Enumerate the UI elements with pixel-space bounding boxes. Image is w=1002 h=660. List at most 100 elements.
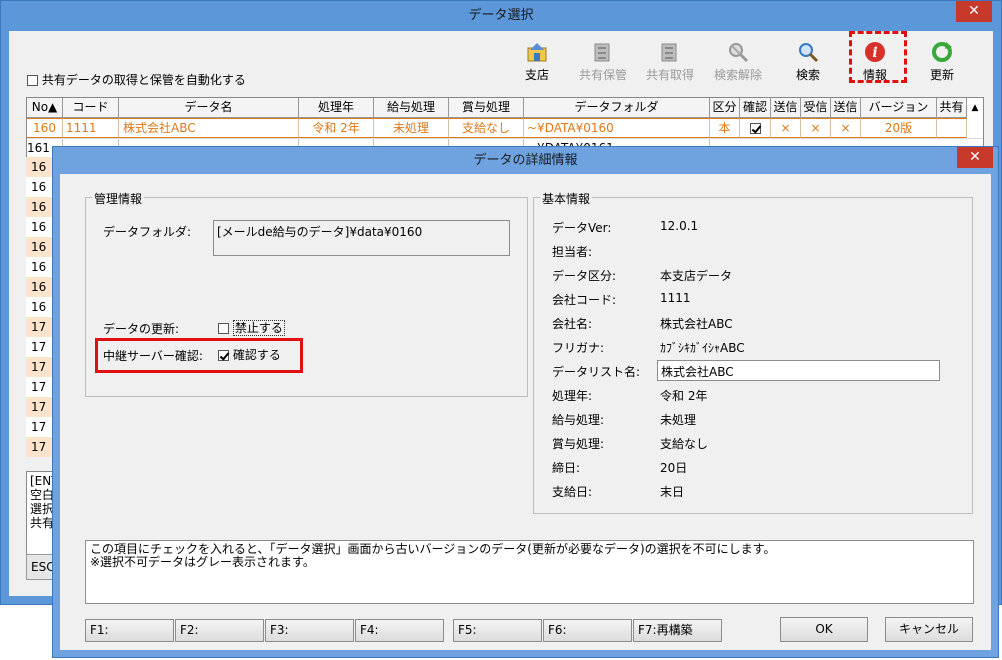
- basic-info-label: データ区分:: [552, 269, 617, 283]
- table-row[interactable]: 160 1111 株式会社ABC 令和 2年 未処理 支給なし ~¥DATA¥0…: [27, 118, 983, 138]
- basic-info-group: 基本情報 データVer: 12.0.1 担当者: データ区分: 本支店データ会社コード:…: [533, 190, 973, 514]
- basic-info-value: 株式会社ABC: [660, 317, 733, 331]
- update-label: データの更新:: [103, 322, 180, 336]
- data-detail-dialog: データの詳細情報 ✕ 管理情報 データフォルダ: [メールde給与のデータ]¥d…: [52, 146, 999, 658]
- cell-share: [937, 118, 967, 138]
- cell-version: 20版: [861, 118, 937, 138]
- window-title: データ選択: [468, 8, 534, 23]
- cell-code: 1111: [63, 118, 119, 138]
- cell-no: 160: [27, 118, 63, 138]
- col-send[interactable]: 送信: [771, 98, 801, 118]
- cell-receive: ×: [801, 118, 831, 138]
- basic-info-title: 基本情報: [540, 190, 593, 207]
- basic-info-label: 締日:: [552, 461, 581, 475]
- col-bonus[interactable]: 賞与処理: [449, 98, 524, 118]
- share-store-button[interactable]: 共有保管: [571, 41, 635, 83]
- f6-button[interactable]: F6:: [543, 619, 632, 642]
- f2-button[interactable]: F2:: [175, 619, 264, 642]
- basic-info-label: 支給日:: [552, 485, 593, 499]
- col-code[interactable]: コード: [63, 98, 119, 118]
- cell-name: 株式会社ABC: [119, 118, 299, 138]
- table-header: No▲ コード データ名 処理年 給与処理 賞与処理 データフォルダ 区分 確認…: [27, 98, 983, 118]
- f7-rebuild-button[interactable]: F7:再構築: [633, 619, 722, 642]
- col-name[interactable]: データ名: [119, 98, 299, 118]
- basic-info-label: 処理年:: [552, 389, 593, 403]
- search-clear-button[interactable]: 検索解除: [706, 41, 770, 83]
- col-share[interactable]: 共有: [937, 98, 967, 118]
- auto-share-label: 共有データの取得と保管を自動化する: [41, 73, 246, 87]
- cell-year: 令和 2年: [299, 118, 374, 138]
- search-clear-icon: [727, 41, 749, 63]
- basic-info-value: 20日: [660, 461, 688, 475]
- branch-button[interactable]: 支店: [505, 41, 569, 83]
- management-title: 管理情報: [92, 190, 145, 207]
- basic-info-value: 1111: [660, 291, 691, 305]
- confirm-checkbox[interactable]: [749, 123, 761, 134]
- cell-confirm[interactable]: [740, 118, 771, 138]
- search-icon: [797, 41, 819, 63]
- dialog-client: 管理情報 データフォルダ: [メールde給与のデータ]¥data¥0160 デー…: [60, 174, 991, 650]
- folder-field: [メールde給与のデータ]¥data¥0160: [213, 220, 510, 256]
- cell-send: ×: [771, 118, 801, 138]
- col-send2[interactable]: 送信: [831, 98, 861, 118]
- basic-info-label: 会社名:: [552, 317, 593, 331]
- auto-share-option[interactable]: 共有データの取得と保管を自動化する: [27, 71, 246, 88]
- basic-info-value: 本支店データ: [660, 269, 733, 283]
- cell-folder: ~¥DATA¥0160: [524, 118, 710, 138]
- search-button[interactable]: 検索: [776, 41, 840, 83]
- col-year[interactable]: 処理年: [299, 98, 374, 118]
- branch-label: 支店: [524, 68, 549, 82]
- dialog-close-button[interactable]: ✕: [957, 147, 993, 168]
- scroll-up-arrow[interactable]: ▲: [967, 98, 983, 118]
- update-option[interactable]: 禁止する: [218, 319, 285, 336]
- description-box: この項目にチェックを入れると、「データ選択」画面から古いバージョンのデータ(更新…: [85, 540, 974, 604]
- cancel-button[interactable]: キャンセル: [885, 617, 973, 642]
- f5-button[interactable]: F5:: [453, 619, 542, 642]
- share-fetch-label: 共有取得: [645, 68, 694, 82]
- basic-info-value: 未処理: [660, 413, 697, 427]
- update-prohibit-checkbox[interactable]: [218, 323, 229, 334]
- f3-button[interactable]: F3:: [265, 619, 354, 642]
- col-salary[interactable]: 給与処理: [374, 98, 449, 118]
- ok-button[interactable]: OK: [780, 617, 868, 642]
- dialog-title: データの詳細情報: [473, 153, 578, 168]
- basic-info-value: ｶﾌﾞｼｷｶﾞｲｼｬABC: [660, 341, 745, 355]
- basic-info-value: 12.0.1: [660, 219, 699, 233]
- f1-button[interactable]: F1:: [85, 619, 174, 642]
- basic-info-label: フリガナ:: [552, 341, 605, 355]
- search-label: 検索: [795, 68, 820, 82]
- col-folder[interactable]: データフォルダ: [524, 98, 710, 118]
- basic-info-label: 給与処理:: [552, 413, 605, 427]
- basic-info-label: 賞与処理:: [552, 437, 605, 451]
- basic-info-value: 末日: [660, 485, 685, 499]
- f4-button[interactable]: F4:: [355, 619, 444, 642]
- search-clear-label: 検索解除: [713, 68, 762, 82]
- basic-info-label: データVer:: [552, 221, 612, 235]
- share-fetch-button[interactable]: 共有取得: [638, 41, 702, 83]
- cell-bonus: 支給なし: [449, 118, 524, 138]
- info-highlight-box: [849, 31, 907, 83]
- cell-division: 本: [710, 118, 740, 138]
- col-no[interactable]: No▲: [27, 98, 63, 118]
- refresh-label: 更新: [929, 68, 954, 82]
- basic-info-label: データリスト名:: [552, 365, 641, 379]
- basic-info-label: 担当者:: [552, 245, 593, 259]
- refresh-button[interactable]: 更新: [910, 41, 974, 83]
- auto-share-checkbox[interactable]: [27, 75, 38, 86]
- col-division[interactable]: 区分: [710, 98, 740, 118]
- share-fetch-icon: [659, 41, 681, 63]
- basic-info-value: 令和 2年: [660, 389, 708, 403]
- basic-info-label: 会社コード:: [552, 293, 617, 307]
- window-close-button[interactable]: ✕: [956, 1, 992, 22]
- datalist-name-input[interactable]: 株式会社ABC: [657, 360, 940, 381]
- col-receive[interactable]: 受信: [801, 98, 831, 118]
- cell-send2: ×: [831, 118, 861, 138]
- col-confirm[interactable]: 確認: [740, 98, 771, 118]
- share-store-label: 共有保管: [578, 68, 627, 82]
- update-prohibit-label: 禁止する: [232, 320, 285, 336]
- folder-label: データフォルダ:: [103, 225, 192, 239]
- basic-info-value: 支給なし: [660, 437, 709, 451]
- cell-salary: 未処理: [374, 118, 449, 138]
- col-version[interactable]: バージョン: [861, 98, 937, 118]
- branch-icon: [526, 41, 548, 63]
